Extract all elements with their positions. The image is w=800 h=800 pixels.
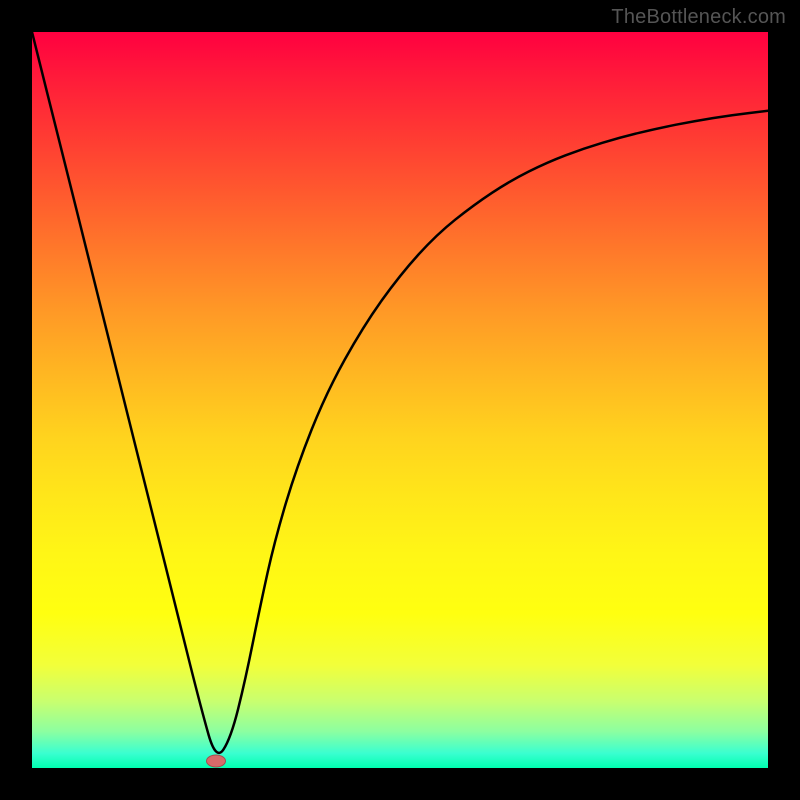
watermark-text: TheBottleneck.com — [611, 6, 786, 29]
bottleneck-curve — [32, 32, 768, 768]
minimum-marker — [206, 754, 226, 767]
chart-plot-area — [32, 32, 768, 768]
curve-path — [32, 32, 768, 753]
